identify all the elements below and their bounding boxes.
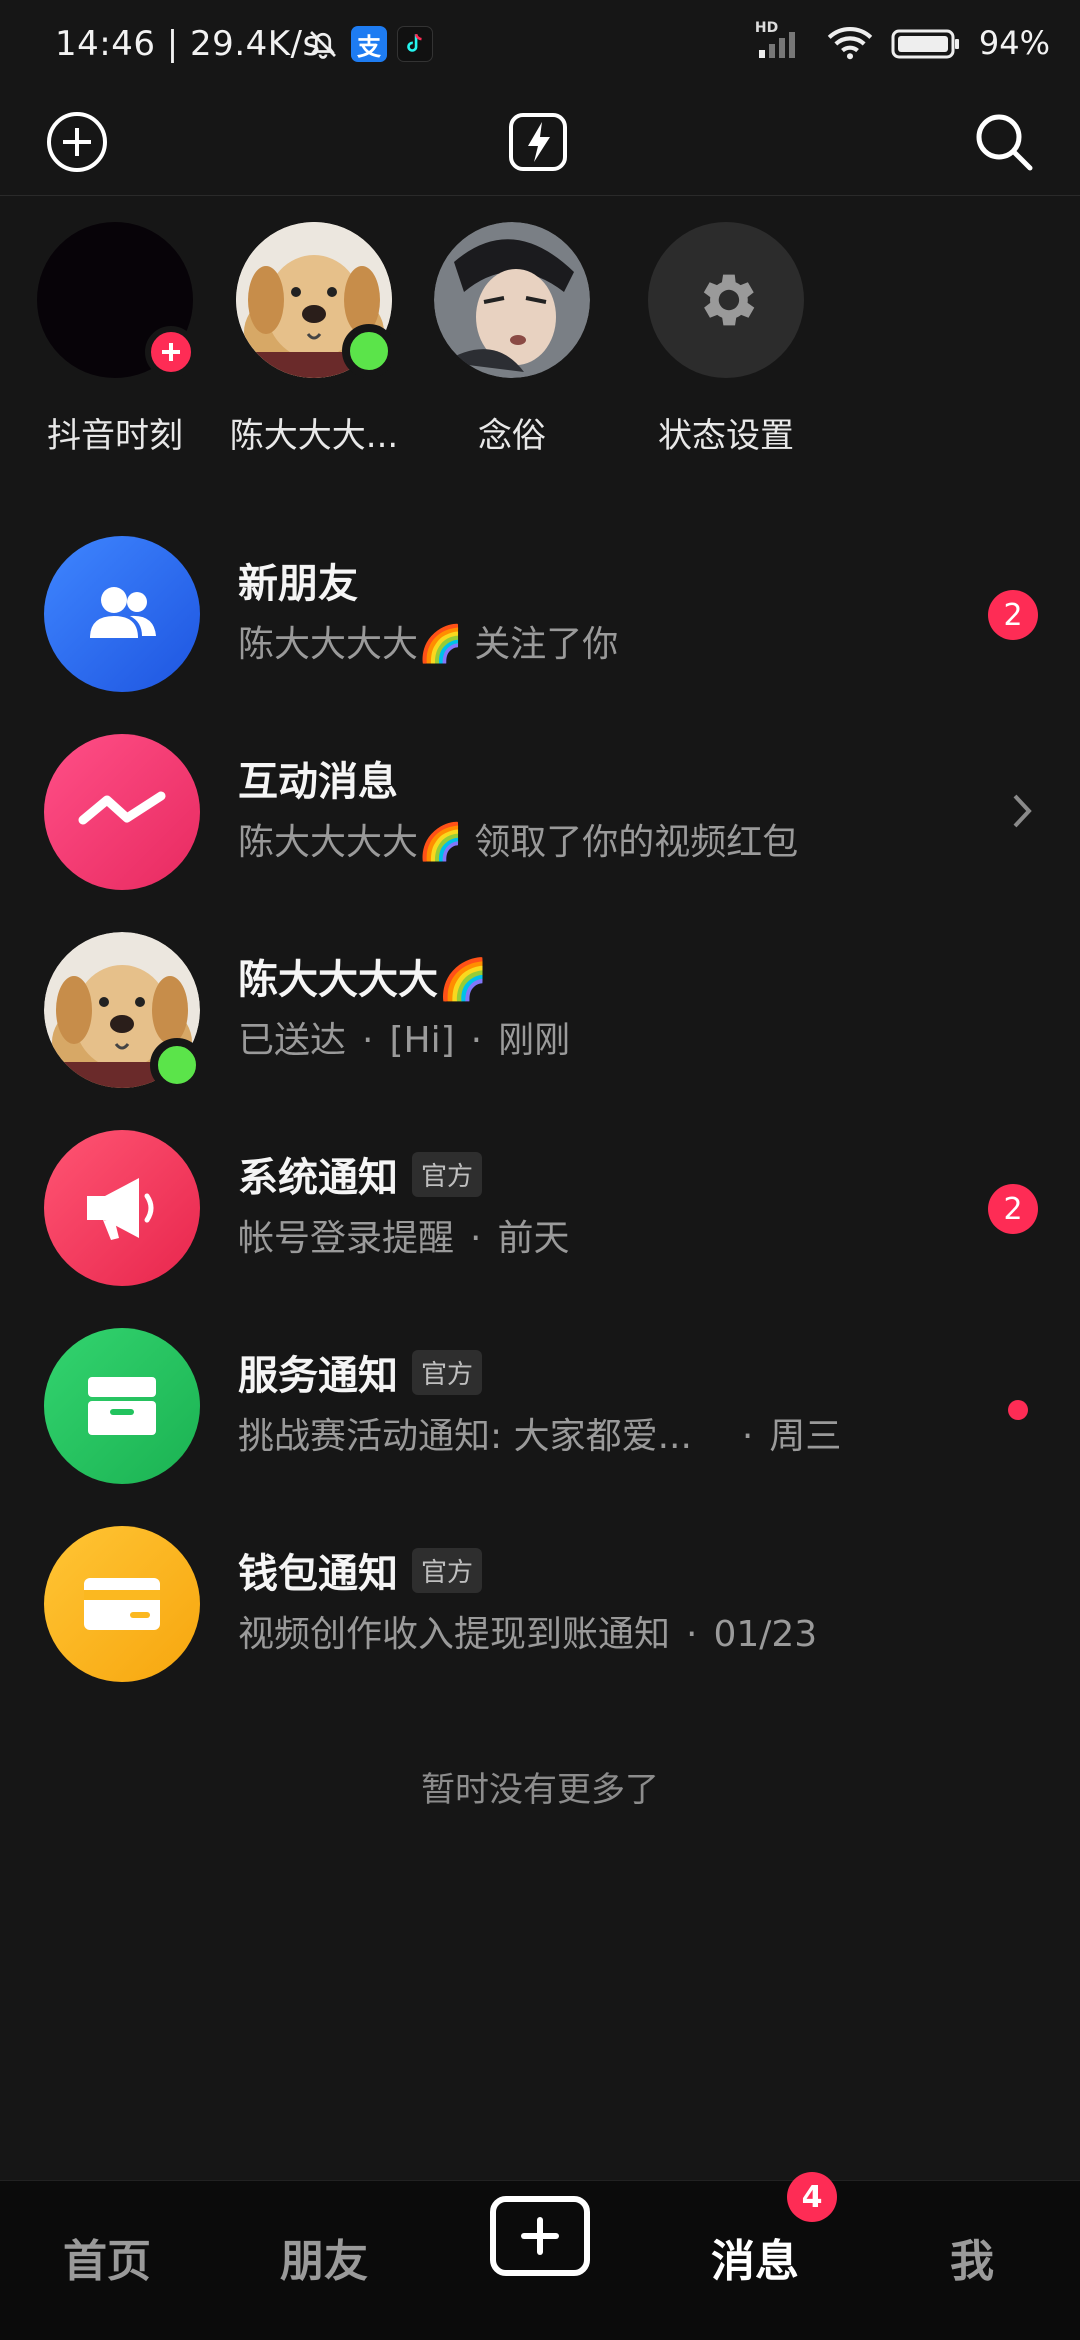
battery-icon bbox=[891, 29, 959, 59]
settings-circle bbox=[648, 222, 804, 378]
messages-unread-badge: 4 bbox=[787, 2172, 837, 2222]
message-service-notice[interactable]: 服务通知 官方 挑战赛活动通知: 大家都爱... · 周三 bbox=[0, 1307, 1080, 1505]
official-tag: 官方 bbox=[412, 1547, 483, 1593]
message-title: 钱包通知 bbox=[238, 1551, 398, 1597]
new-friends-avatar bbox=[44, 536, 200, 692]
message-title: 系统通知 bbox=[238, 1155, 398, 1201]
dog-avatar bbox=[44, 932, 204, 1092]
search-button[interactable] bbox=[964, 102, 1044, 182]
story-friend[interactable]: 念俗 bbox=[412, 222, 612, 457]
status-system-icons: HD 94% bbox=[755, 20, 1050, 62]
wallet-notice-avatar bbox=[44, 1526, 200, 1682]
story-label: 陈大大大... bbox=[229, 416, 399, 456]
search-icon bbox=[976, 114, 1033, 171]
interaction-icon bbox=[78, 791, 166, 825]
plus-icon bbox=[521, 2217, 559, 2255]
unread-dot bbox=[1008, 1400, 1028, 1420]
flash-icon bbox=[509, 113, 567, 171]
nav-home[interactable]: 首页 bbox=[63, 2225, 151, 2289]
interactions-avatar bbox=[44, 734, 200, 890]
dog-avatar bbox=[236, 222, 396, 382]
unread-badge: 2 bbox=[988, 590, 1038, 640]
nav-me[interactable]: 我 bbox=[950, 2225, 994, 2289]
message-subtitle: 视频创作收入提现到账通知 · 01/23 bbox=[238, 1614, 818, 1655]
anime-avatar bbox=[434, 222, 590, 378]
alipay-icon: 支 bbox=[351, 26, 387, 62]
add-circle-icon bbox=[47, 112, 107, 172]
story-label: 状态设置 bbox=[658, 416, 794, 456]
mute-bell-icon bbox=[310, 31, 336, 59]
system-notice-avatar bbox=[44, 1130, 200, 1286]
message-new-friends[interactable]: 新朋友 陈大大大大🌈 关注了你 2 bbox=[0, 515, 1080, 713]
message-title: 新朋友 bbox=[238, 561, 358, 607]
flash-button[interactable] bbox=[498, 102, 578, 182]
message-title: 陈大大大大🌈 bbox=[238, 957, 488, 1003]
message-interactions[interactable]: 互动消息 陈大大大大🌈 领取了你的视频红包 bbox=[0, 713, 1080, 911]
story-self[interactable]: 抖音时刻 bbox=[15, 222, 215, 457]
inbox-icon bbox=[88, 1377, 156, 1435]
add-button[interactable] bbox=[37, 102, 117, 182]
message-subtitle: 陈大大大大🌈 领取了你的视频红包 bbox=[238, 822, 799, 863]
message-subtitle: 陈大大大大🌈 关注了你 bbox=[238, 624, 619, 665]
story-label: 念俗 bbox=[478, 416, 546, 456]
service-notice-avatar bbox=[44, 1328, 200, 1484]
battery-percentage: 94% bbox=[978, 24, 1050, 62]
message-wallet-notice[interactable]: 钱包通知 官方 视频创作收入提现到账通知 · 01/23 bbox=[0, 1505, 1080, 1703]
unread-badge: 2 bbox=[988, 1184, 1038, 1234]
top-action-bar bbox=[0, 92, 1080, 196]
douyin-icon bbox=[397, 26, 433, 62]
nav-friends[interactable]: 朋友 bbox=[280, 2225, 368, 2289]
status-time: 14:46 | 29.4K/s bbox=[55, 24, 321, 64]
create-button[interactable] bbox=[490, 2196, 590, 2276]
signal-icon: HD bbox=[755, 20, 809, 60]
message-title: 服务通知 bbox=[238, 1353, 398, 1399]
message-subtitle: 帐号登录提醒 · 前天 bbox=[238, 1218, 570, 1259]
official-tag: 官方 bbox=[412, 1151, 483, 1197]
no-more-text: 暂时没有更多了 bbox=[421, 1770, 659, 1810]
online-status-icon bbox=[342, 324, 396, 378]
self-avatar bbox=[37, 222, 197, 378]
chevron-right-icon bbox=[1013, 794, 1032, 828]
official-tag: 官方 bbox=[412, 1349, 483, 1395]
friends-icon bbox=[90, 587, 156, 638]
status-bar: 14:46 | 29.4K/s 支 HD 94% bbox=[0, 0, 1080, 92]
stories-row: 抖音时刻 陈大大大... 念俗 状态设置 bbox=[0, 222, 1080, 472]
message-chat[interactable]: 陈大大大大🌈 已送达 · [Hi] · 刚刚 bbox=[0, 911, 1080, 1109]
message-subtitle: 挑战赛活动通知: 大家都爱... · 周三 bbox=[238, 1416, 842, 1457]
story-label: 抖音时刻 bbox=[47, 416, 183, 456]
wifi-icon bbox=[827, 27, 873, 60]
megaphone-icon bbox=[87, 1178, 154, 1240]
message-subtitle: 已送达 · [Hi] · 刚刚 bbox=[238, 1020, 571, 1061]
status-notification-icons: 支 bbox=[305, 26, 433, 62]
story-status-settings[interactable]: 状态设置 bbox=[626, 222, 826, 457]
story-friend-online[interactable]: 陈大大大... bbox=[214, 222, 414, 457]
add-story-icon bbox=[145, 326, 197, 378]
wallet-icon bbox=[84, 1578, 160, 1630]
message-title: 互动消息 bbox=[238, 759, 398, 805]
nav-messages[interactable]: 消息 bbox=[711, 2225, 799, 2289]
message-system-notice[interactable]: 系统通知 官方 帐号登录提醒 · 前天 2 bbox=[0, 1109, 1080, 1307]
online-status-icon bbox=[150, 1038, 204, 1092]
gear-icon bbox=[703, 274, 755, 326]
